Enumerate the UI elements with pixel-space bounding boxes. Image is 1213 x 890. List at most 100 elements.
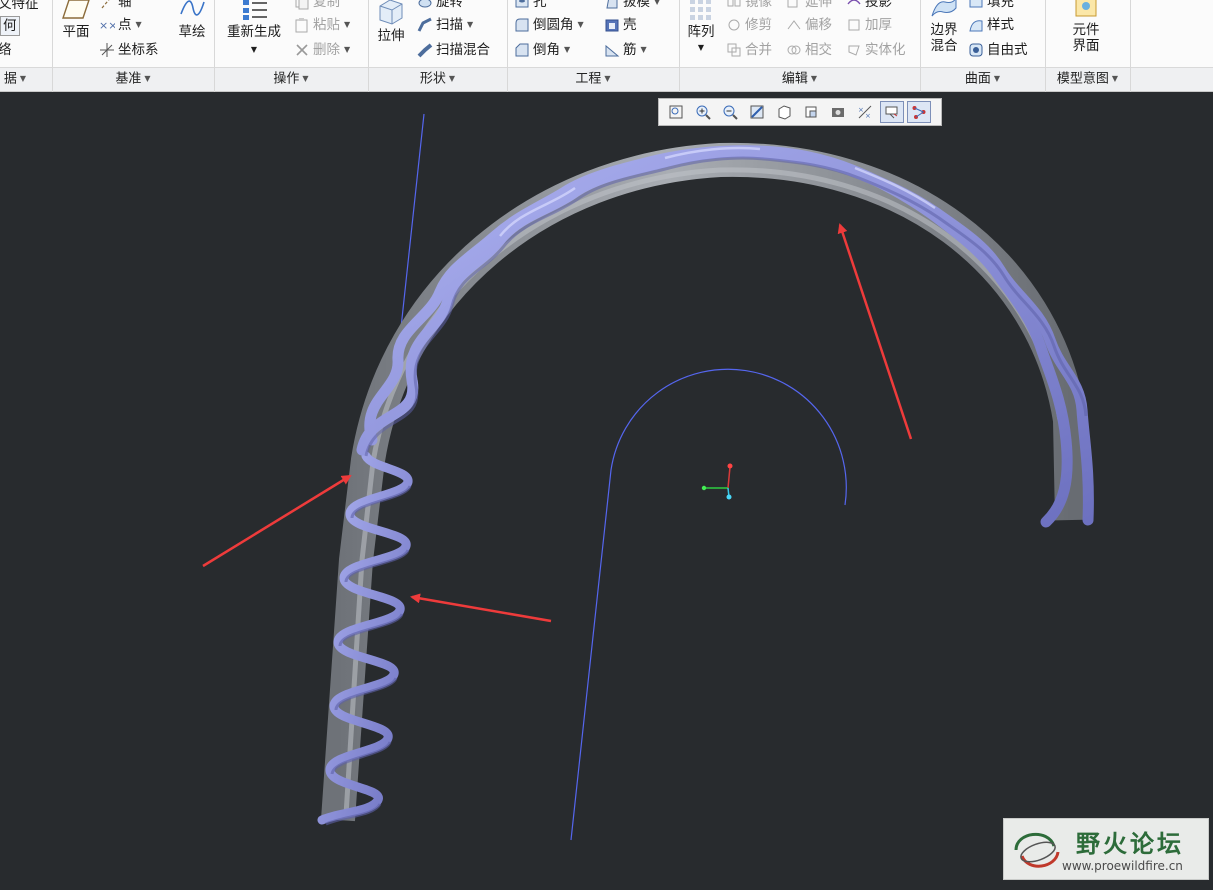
chevron-down-icon: ▼: [448, 74, 456, 83]
solidify-icon: [846, 42, 862, 58]
component-interface-button[interactable]: 元件 界面: [1064, 0, 1108, 54]
annotation-arrow: [410, 593, 552, 623]
watermark-title: 野火论坛: [1076, 830, 1184, 858]
hole-button[interactable]: 孔: [514, 0, 547, 12]
revolve-button[interactable]: 旋转: [417, 0, 463, 12]
chevron-down-icon[interactable]: ▼: [136, 15, 142, 35]
extend-icon: [786, 0, 802, 10]
extrude-button[interactable]: 拉伸: [372, 0, 410, 44]
chevron-down-icon[interactable]: ▼: [467, 15, 473, 35]
group-label-operations[interactable]: 操作 ▼: [214, 68, 368, 92]
draft-button[interactable]: 拔模 ▼: [604, 0, 660, 12]
point-icon: ××: [99, 17, 117, 33]
thicken-button[interactable]: 加厚: [846, 15, 892, 35]
ribbon: 文特征 何 络 平面 轴 ×× 点 ▼ 坐标系 草绘 重新生成 ▼ 复制 粘贴 ▼ …: [0, 0, 1213, 68]
axis-button[interactable]: 轴: [99, 0, 132, 12]
intersect-icon: [786, 42, 802, 58]
fill-button[interactable]: 填充: [968, 0, 1014, 12]
regenerate-button[interactable]: 重新生成 ▼: [220, 0, 288, 58]
group-label-editing[interactable]: 编辑 ▼: [679, 68, 920, 92]
annotation-display-icon[interactable]: [906, 101, 931, 123]
offset-button[interactable]: 偏移: [786, 15, 832, 35]
watermark-url: www.proewildfire.cn: [1062, 859, 1183, 873]
model-canvas[interactable]: [0, 92, 1213, 886]
paste-icon: [294, 17, 310, 33]
chevron-down-icon[interactable]: ▼: [578, 15, 584, 35]
view-manager-icon[interactable]: [826, 101, 850, 123]
pattern-icon: [690, 0, 711, 20]
draft-icon: [604, 0, 620, 10]
delete-button[interactable]: 删除 ▼: [294, 40, 350, 60]
annotation-arrow: [837, 223, 913, 440]
trim-icon: [726, 17, 742, 33]
repaint-icon[interactable]: [745, 101, 769, 123]
group-label-model-intent[interactable]: 模型意图 ▼: [1045, 68, 1130, 92]
solidify-button[interactable]: 实体化: [846, 40, 906, 60]
cmd-partial-3[interactable]: 络: [0, 40, 12, 60]
cmd-partial-2[interactable]: 何: [0, 16, 20, 36]
shell-icon: [604, 17, 620, 33]
swept-blend-button[interactable]: 扫描混合: [417, 40, 490, 60]
spin-center-icon[interactable]: [879, 101, 904, 123]
shell-button[interactable]: 壳: [604, 15, 637, 35]
revolve-icon: [417, 0, 433, 10]
axis-icon: [99, 0, 115, 10]
plane-button[interactable]: 平面: [58, 0, 94, 40]
sweep-button[interactable]: 扫描 ▼: [417, 15, 473, 35]
copy-button[interactable]: 复制: [294, 0, 340, 12]
graphics-viewport[interactable]: [0, 92, 1213, 886]
pattern-button[interactable]: 阵列 ▼: [684, 0, 718, 56]
chevron-down-icon[interactable]: ▼: [344, 40, 350, 60]
refit-icon[interactable]: [664, 101, 688, 123]
cmd-partial-1[interactable]: 文特征: [0, 0, 39, 14]
zoom-in-icon[interactable]: [691, 101, 715, 123]
rib-button[interactable]: 筋 ▼: [604, 40, 647, 60]
chevron-down-icon[interactable]: ▼: [344, 15, 350, 35]
project-button[interactable]: 投影: [846, 0, 892, 12]
merge-button[interactable]: 合并: [726, 40, 772, 60]
chevron-down-icon: ▼: [604, 74, 611, 83]
thicken-icon: [846, 17, 862, 33]
chevron-down-icon: ▼: [993, 74, 1001, 83]
extend-button[interactable]: 延伸: [786, 0, 832, 12]
chevron-down-icon[interactable]: ▼: [641, 40, 647, 60]
chevron-down-icon[interactable]: ▼: [654, 0, 660, 12]
group-label-data[interactable]: 据 ▼: [0, 68, 30, 92]
mirror-button[interactable]: 镜像: [726, 0, 772, 12]
trajectory-curve[interactable]: [570, 368, 847, 841]
sweep-icon: [417, 17, 433, 33]
extrude-icon: [379, 0, 403, 25]
trim-button[interactable]: 修剪: [726, 15, 772, 35]
group-label-surfaces[interactable]: 曲面 ▼: [920, 68, 1045, 92]
zoom-out-icon[interactable]: [718, 101, 742, 123]
round-button[interactable]: 倒圆角 ▼: [514, 15, 584, 35]
chevron-down-icon: ▼: [302, 74, 309, 83]
csys-button[interactable]: 坐标系: [99, 40, 159, 60]
intersect-button[interactable]: 相交: [786, 40, 832, 60]
sketch-icon: [180, 0, 205, 16]
paste-button[interactable]: 粘贴 ▼: [294, 15, 350, 35]
freestyle-button[interactable]: 自由式: [968, 40, 1028, 60]
point-button[interactable]: ×× 点 ▼: [99, 15, 142, 35]
graphics-view-toolbar: × ×: [658, 98, 942, 126]
csys-icon: [99, 42, 115, 58]
group-label-shapes[interactable]: 形状 ▼: [368, 68, 507, 92]
style-button[interactable]: 样式: [968, 15, 1014, 35]
mirror-icon: [726, 0, 742, 10]
rope-helix-arch[interactable]: [356, 145, 1094, 528]
boundary-blend-button[interactable]: 边界 混合: [926, 0, 962, 54]
chevron-down-icon[interactable]: ▼: [220, 42, 288, 58]
datum-display-icon[interactable]: × ×: [853, 101, 877, 123]
chevron-down-icon[interactable]: ▼: [564, 40, 570, 60]
chamfer-button[interactable]: 倒角 ▼: [514, 40, 570, 60]
group-label-datum[interactable]: 基准 ▼: [52, 68, 214, 92]
style-icon: [968, 17, 984, 33]
merge-icon: [726, 42, 742, 58]
display-style-icon[interactable]: [772, 101, 796, 123]
group-label-engineering[interactable]: 工程 ▼: [507, 68, 679, 92]
freestyle-icon: [968, 42, 984, 58]
sketch-button[interactable]: 草绘: [172, 0, 212, 40]
chevron-down-icon[interactable]: ▼: [684, 40, 718, 56]
saved-views-icon[interactable]: [799, 101, 823, 123]
fill-icon: [968, 0, 984, 10]
